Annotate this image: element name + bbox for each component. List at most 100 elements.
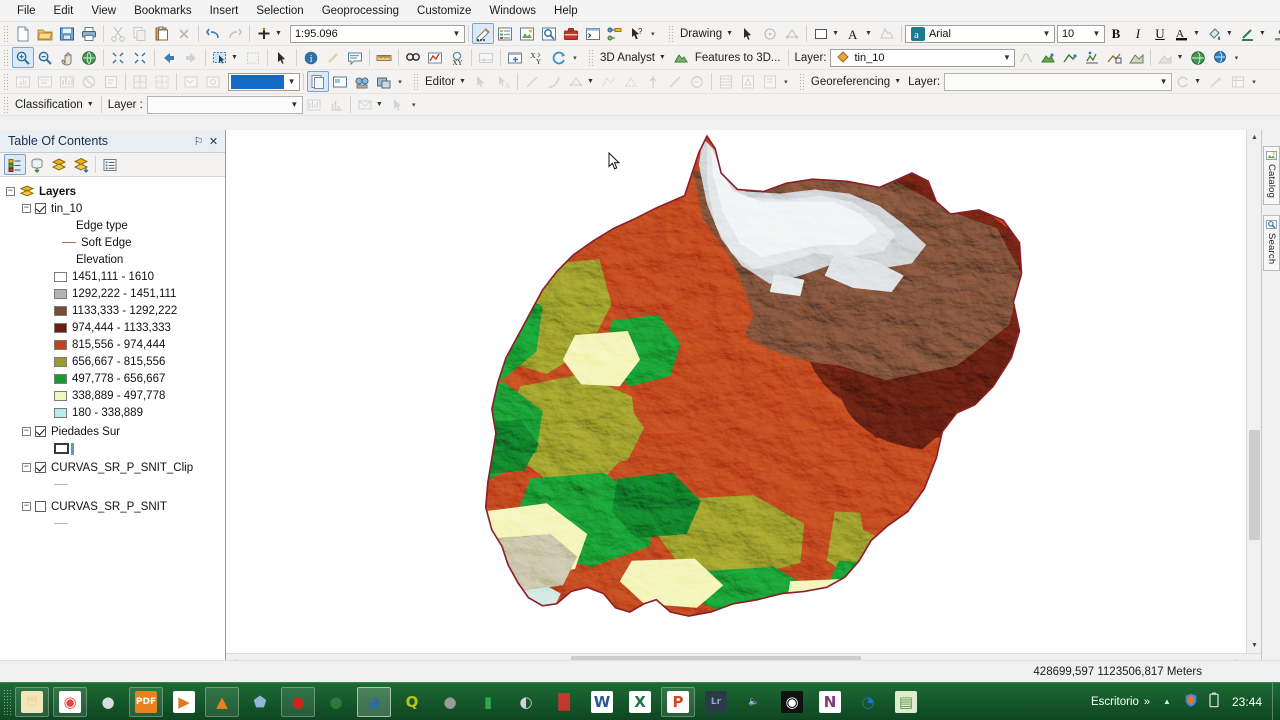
classification-training-icon[interactable]: [354, 94, 376, 115]
cut-polygons-icon[interactable]: [620, 71, 642, 92]
analyst-layer-combo[interactable]: tin_10 ▼: [830, 48, 1016, 67]
edit-vertices-icon[interactable]: [781, 23, 803, 44]
classification-toolbar-grip[interactable]: [3, 95, 9, 114]
hillshade-icon[interactable]: [1154, 47, 1176, 68]
taskbar-item-opera-browser[interactable]: ●: [281, 686, 315, 717]
georeferencing-menu[interactable]: Georeferencing: [808, 76, 894, 88]
label-weight-icon[interactable]: [56, 71, 78, 92]
full-extent-icon[interactable]: [78, 47, 100, 68]
link-table-icon[interactable]: [1227, 71, 1249, 92]
tray-expand-icon[interactable]: ▲: [1156, 697, 1178, 706]
taskbar-clock[interactable]: 23:44: [1224, 695, 1272, 709]
rotate-raster-icon[interactable]: [1172, 71, 1194, 92]
forward-extent-icon[interactable]: [180, 47, 202, 68]
menu-item-file[interactable]: File: [8, 2, 45, 20]
classification-caret-icon[interactable]: ▼: [87, 101, 98, 108]
add-control-points-icon[interactable]: [1205, 71, 1227, 92]
rotate-element-icon[interactable]: [759, 23, 781, 44]
attribute-table-icon[interactable]: [715, 71, 737, 92]
chevron-down-icon[interactable]: ▼: [999, 50, 1014, 66]
identify-icon[interactable]: i: [300, 47, 322, 68]
taskbar-item-globe-app[interactable]: ●: [319, 687, 353, 717]
search-icon[interactable]: [538, 23, 560, 44]
taskbar-item-eye-app[interactable]: ◉: [775, 687, 809, 717]
chevron-down-icon[interactable]: ▼: [1156, 74, 1171, 90]
features-to-3d-icon[interactable]: [670, 47, 692, 68]
chevron-down-icon[interactable]: ▼: [284, 74, 299, 90]
layer-visibility-checkbox[interactable]: [35, 462, 46, 473]
new-text-icon[interactable]: [876, 23, 898, 44]
menu-item-windows[interactable]: Windows: [480, 2, 545, 20]
create-viewer-window-icon[interactable]: [504, 47, 526, 68]
line-color-caret-icon[interactable]: ▼: [1259, 30, 1270, 37]
select-features-icon[interactable]: [209, 47, 231, 68]
interpolate-line-icon[interactable]: [1015, 47, 1037, 68]
list-by-source-icon[interactable]: [26, 154, 48, 175]
taskbar-item-tower-app[interactable]: █: [547, 687, 581, 717]
layer-visibility-checkbox[interactable]: [35, 203, 46, 214]
taskbar-item-vlc-player[interactable]: ▲: [205, 686, 239, 717]
paste-icon[interactable]: [151, 23, 173, 44]
font-name-combo[interactable]: a Arial ▼: [904, 24, 1055, 43]
rotate-tool-icon[interactable]: [664, 71, 686, 92]
taskbar-item-volume-app[interactable]: 🔈: [737, 687, 771, 717]
menu-item-view[interactable]: View: [82, 2, 125, 20]
georef-toolbar-grip[interactable]: [798, 72, 805, 91]
fixed-zoom-in-icon[interactable]: [107, 47, 129, 68]
table-of-contents-icon[interactable]: [494, 23, 516, 44]
3d-analyst-caret-icon[interactable]: ▼: [659, 54, 670, 61]
label-priority-icon[interactable]: [34, 71, 56, 92]
save-icon[interactable]: [56, 23, 78, 44]
editor-toolbar-overflow[interactable]: ▾: [781, 72, 791, 92]
taskbar-item-arcmap[interactable]: ◕: [357, 686, 391, 717]
taskbar-item-messaging-app[interactable]: ●: [91, 687, 125, 717]
menu-item-help[interactable]: Help: [545, 2, 587, 20]
curve-segment-icon[interactable]: [543, 71, 565, 92]
python-window-icon[interactable]: [582, 23, 604, 44]
taskbar-item-qgis-app[interactable]: Q: [395, 687, 429, 717]
taskbar-item-microsoft-word[interactable]: W: [585, 687, 619, 717]
menu-item-edit[interactable]: Edit: [45, 2, 83, 20]
toc-legend-item[interactable]: 974,444 - 1133,333: [0, 319, 225, 336]
zoom-in-icon[interactable]: [12, 47, 34, 68]
toc-legend-item-soft-edge[interactable]: Soft Edge: [0, 234, 225, 251]
text-color-icon[interactable]: A: [843, 23, 865, 44]
copy-icon[interactable]: [129, 23, 151, 44]
arcscene-icon[interactable]: [1187, 47, 1209, 68]
list-by-visibility-icon[interactable]: [48, 154, 70, 175]
analyst-toolbar-grip[interactable]: [587, 48, 594, 67]
viewshed-icon[interactable]: [1125, 47, 1147, 68]
standard-toolbar-grip[interactable]: [3, 24, 9, 43]
taskbar-item-file-explorer[interactable]: 🗂: [15, 686, 49, 717]
reshape-feature-icon[interactable]: [598, 71, 620, 92]
toc-legend-item[interactable]: 338,889 - 497,778: [0, 387, 225, 404]
toc-legend-item[interactable]: 1451,111 - 1610: [0, 268, 225, 285]
contour-tool-icon[interactable]: [1037, 47, 1059, 68]
font-color-icon[interactable]: A: [1171, 23, 1193, 44]
label-manager-icon[interactable]: ab: [12, 71, 34, 92]
taskbar-item-lightroom[interactable]: Lr: [699, 687, 733, 717]
steepest-path-icon[interactable]: [1059, 47, 1081, 68]
classification-toolbar-overflow[interactable]: ▾: [409, 95, 419, 115]
viewer-xy-icon[interactable]: XY: [526, 47, 548, 68]
taskbar-item-earth-app[interactable]: ◐: [509, 687, 543, 717]
add-data-caret-icon[interactable]: ▼: [275, 30, 286, 37]
dock-tab-catalog[interactable]: Catalog: [1263, 146, 1280, 206]
label-properties-icon[interactable]: [100, 71, 122, 92]
italic-button[interactable]: I: [1127, 23, 1149, 44]
bold-button[interactable]: B: [1105, 23, 1127, 44]
editor-toolbar-icon[interactable]: [471, 23, 494, 44]
back-extent-icon[interactable]: [158, 47, 180, 68]
sketch-properties-icon[interactable]: [737, 71, 759, 92]
label-color-swatch[interactable]: [231, 75, 285, 89]
standard-toolbar-overflow[interactable]: ▾: [648, 24, 658, 44]
text-color-caret-icon[interactable]: ▼: [865, 30, 876, 37]
toc-legend-item[interactable]: 656,667 - 815,556: [0, 353, 225, 370]
edit-tool-icon[interactable]: [470, 71, 492, 92]
chevron-down-icon[interactable]: ▼: [449, 26, 464, 42]
toc-legend-item[interactable]: 1292,222 - 1451,111: [0, 285, 225, 302]
font-size-combo[interactable]: 10 ▼: [1056, 24, 1105, 43]
rotate-raster-caret-icon[interactable]: ▼: [1194, 78, 1205, 85]
close-icon[interactable]: ✕: [206, 135, 221, 148]
edit-vertices-caret-icon[interactable]: ▼: [587, 78, 598, 85]
